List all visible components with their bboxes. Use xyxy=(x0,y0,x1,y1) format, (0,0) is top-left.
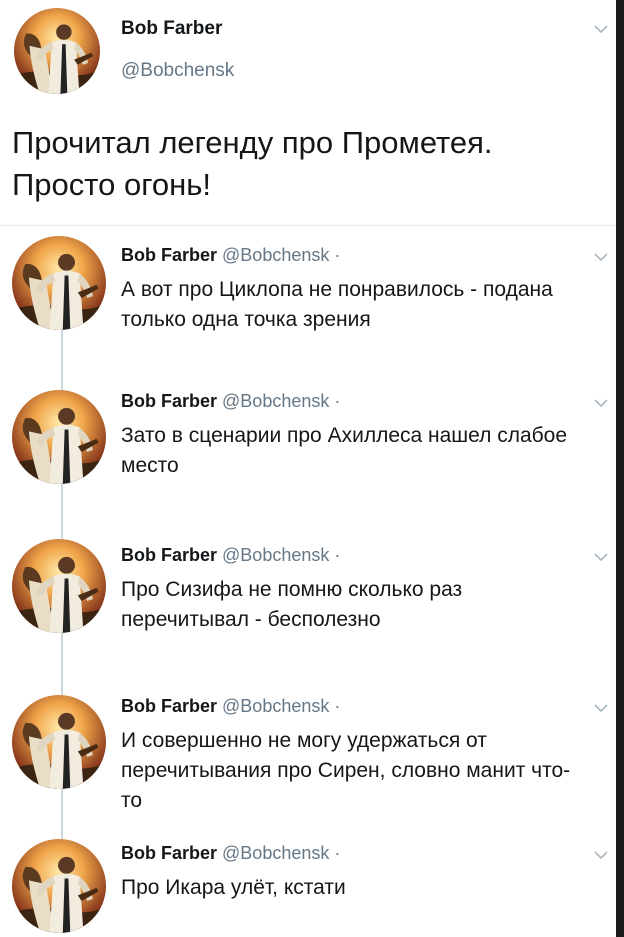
avatar-image xyxy=(12,236,106,330)
chevron-down-icon[interactable] xyxy=(594,850,608,860)
reply-header: Bob Farber @Bobchensk · xyxy=(121,843,340,864)
reply-text: Про Сизифа не помню сколько раз перечиты… xyxy=(121,578,463,631)
reply-header: Bob Farber @Bobchensk · xyxy=(121,245,340,266)
avatar-image xyxy=(12,390,106,484)
avatar-image xyxy=(12,839,106,933)
reply-header: Bob Farber @Bobchensk · xyxy=(121,545,340,566)
author-handle[interactable]: @Bobchensk · xyxy=(222,696,340,716)
avatar[interactable] xyxy=(14,8,100,94)
reply-header: Bob Farber @Bobchensk · xyxy=(121,391,340,412)
thread-line xyxy=(61,484,63,539)
author-handle[interactable]: @Bobchensk · xyxy=(222,391,340,411)
author-handle[interactable]: @Bobchensk · xyxy=(222,545,340,565)
chevron-down-icon[interactable] xyxy=(594,398,608,408)
avatar[interactable] xyxy=(12,236,106,330)
reply-header: Bob Farber @Bobchensk · xyxy=(121,696,340,717)
avatar-image xyxy=(12,695,106,789)
avatar-image xyxy=(14,8,100,94)
author-handle[interactable]: @Bobchensk · xyxy=(222,843,340,863)
reply-text: И совершенно не могу удержаться от переч… xyxy=(121,729,571,812)
avatar[interactable] xyxy=(12,839,106,933)
author-name[interactable]: Bob Farber xyxy=(121,843,217,863)
reply-text: А вот про Циклопа не понравилось - подан… xyxy=(121,278,553,331)
avatar[interactable] xyxy=(12,695,106,789)
window-edge xyxy=(616,0,624,937)
author-name[interactable]: Bob Farber xyxy=(121,18,222,40)
tweet-text: Прочитал легенду про Прометея. Просто ог… xyxy=(12,125,493,202)
author-handle[interactable]: @Bobchensk xyxy=(121,60,234,82)
thread-line xyxy=(61,633,63,695)
reply-text: Про Икара улёт, кстати xyxy=(121,876,346,899)
avatar[interactable] xyxy=(12,539,106,633)
avatar-image xyxy=(12,539,106,633)
chevron-down-icon[interactable] xyxy=(594,252,608,262)
thread-line xyxy=(61,789,63,839)
author-name[interactable]: Bob Farber xyxy=(121,391,217,411)
author-name[interactable]: Bob Farber xyxy=(121,696,217,716)
chevron-down-icon[interactable] xyxy=(594,703,608,713)
thread-line xyxy=(61,330,63,390)
tweet-thread: Bob Farber @Bobchensk Прочитал легенду п… xyxy=(0,0,624,937)
chevron-down-icon[interactable] xyxy=(594,24,608,34)
avatar[interactable] xyxy=(12,390,106,484)
reply-text: Зато в сценарии про Ахиллеса нашел слабо… xyxy=(121,424,568,477)
author-name[interactable]: Bob Farber xyxy=(121,245,217,265)
author-handle[interactable]: @Bobchensk · xyxy=(222,245,340,265)
divider xyxy=(0,225,616,226)
author-name[interactable]: Bob Farber xyxy=(121,545,217,565)
chevron-down-icon[interactable] xyxy=(594,552,608,562)
